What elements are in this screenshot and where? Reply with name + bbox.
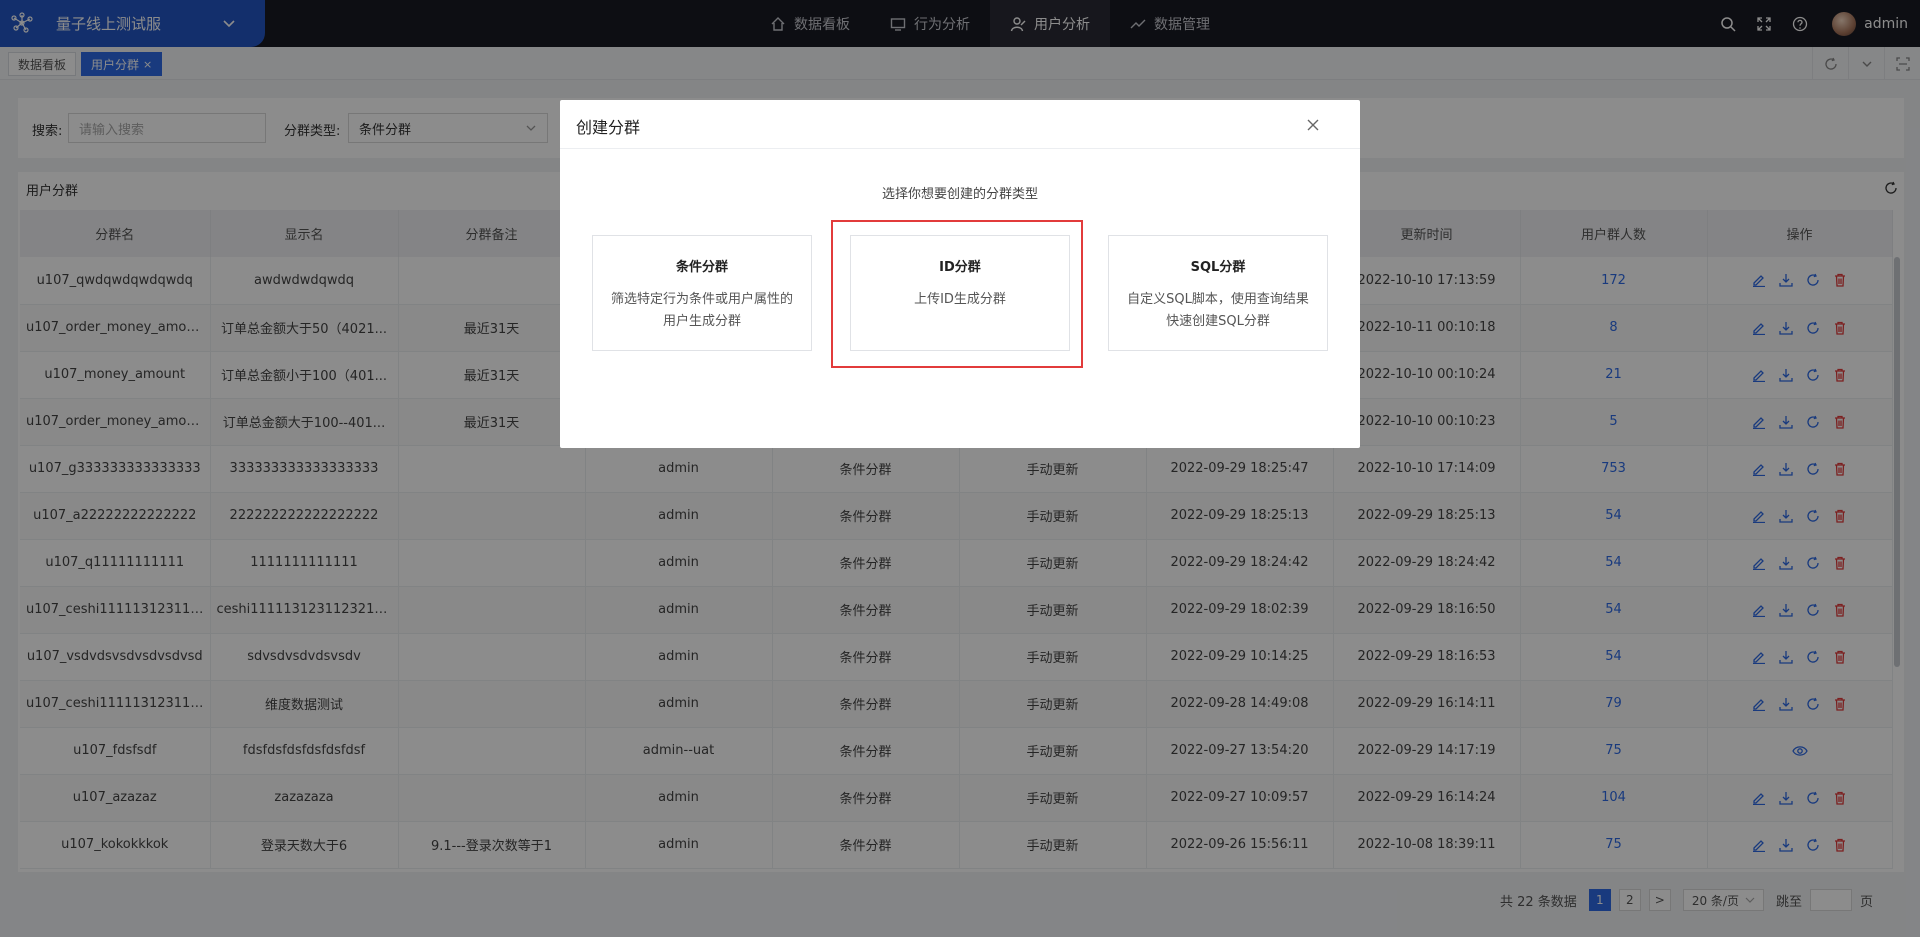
dialog-subtitle: 选择你想要创建的分群类型 (881, 187, 1038, 202)
create-segment-dialog: 创建分群 选择你想要创建的分群类型 条件分群 筛选特定行为条件或用户属性的用户生… (560, 100, 1360, 448)
condition-segment-card[interactable]: 条件分群 筛选特定行为条件或用户属性的用户生成分群 (592, 235, 812, 351)
selection-highlight (831, 220, 1083, 368)
card-title: 条件分群 (675, 260, 728, 275)
dialog-title: 创建分群 (576, 118, 641, 137)
dialog-divider (560, 148, 1360, 149)
card-description: 筛选特定行为条件或用户属性的用户生成分群 (611, 292, 794, 329)
card-description: 自定义SQL脚本，使用查询结果快速创建SQL分群 (1127, 292, 1309, 329)
card-title: SQL分群 (1190, 260, 1246, 275)
sql-segment-card[interactable]: SQL分群 自定义SQL脚本，使用查询结果快速创建SQL分群 (1108, 235, 1328, 351)
close-icon[interactable] (1306, 118, 1320, 132)
